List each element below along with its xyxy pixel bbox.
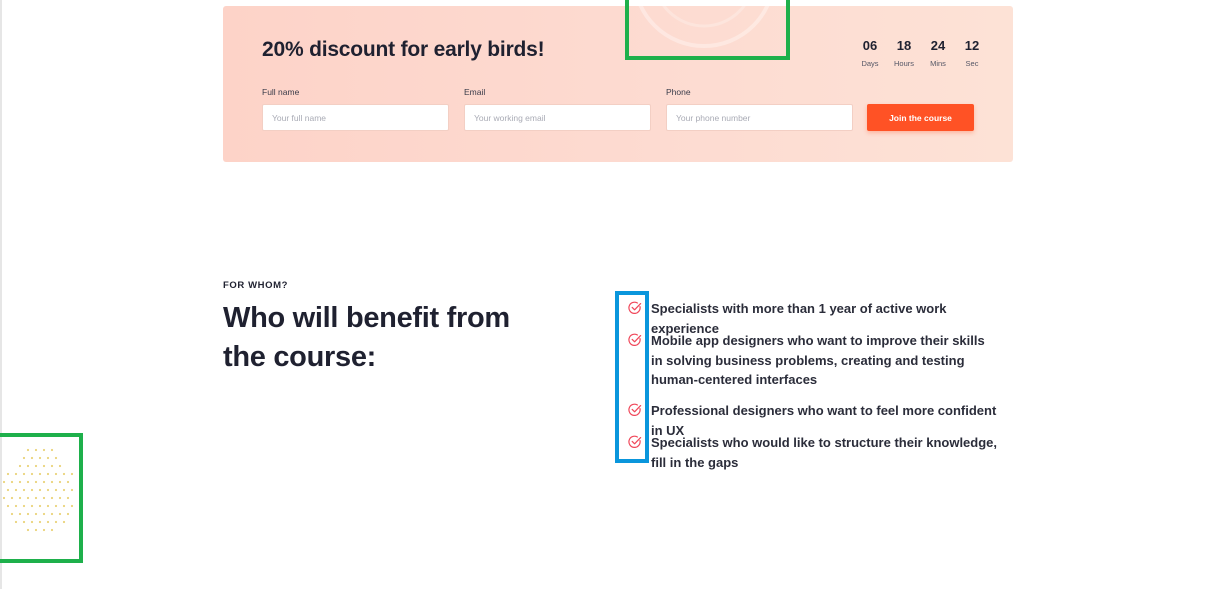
countdown-label: Sec	[965, 59, 979, 68]
phone-field-group: Phone	[666, 87, 853, 131]
countdown-label: Mins	[930, 59, 946, 68]
benefit-text: Mobile app designers who want to improve…	[651, 333, 985, 387]
highlight-box-blue	[615, 291, 649, 463]
countdown-value: 12	[964, 38, 980, 53]
countdown-value: 06	[862, 38, 878, 53]
section-title: Who will benefit from the course:	[223, 302, 510, 373]
phone-input[interactable]	[666, 104, 853, 131]
join-course-button[interactable]: Join the course	[867, 104, 974, 131]
email-label: Email	[464, 87, 486, 97]
full-name-input[interactable]	[262, 104, 449, 131]
benefit-item: Specialists who would like to structure …	[627, 433, 999, 472]
benefit-item: Mobile app designers who want to improve…	[627, 331, 999, 390]
countdown-value: 24	[930, 38, 946, 53]
highlight-box-green	[0, 433, 83, 563]
email-input[interactable]	[464, 104, 651, 131]
highlight-box-green	[625, 0, 790, 60]
section-eyebrow: FOR WHOM?	[223, 280, 289, 291]
countdown-mins: 24 Mins	[921, 38, 955, 68]
benefit-text: Specialists who would like to structure …	[651, 435, 998, 470]
countdown-timer: 06 Days 18 Hours 24 Mins 12 Sec	[853, 38, 989, 68]
countdown-days: 06 Days	[853, 38, 887, 68]
countdown-sec: 12 Sec	[955, 38, 989, 68]
countdown-label: Hours	[893, 59, 914, 68]
phone-label: Phone	[666, 87, 691, 97]
early-bird-card: 20% discount for early birds! 06 Days 18…	[223, 6, 1013, 162]
promo-title: 20% discount for early birds!	[262, 38, 545, 61]
countdown-value: 18	[896, 38, 912, 53]
full-name-label: Full name	[262, 87, 300, 97]
full-name-field-group: Full name	[262, 87, 449, 131]
email-field-group: Email	[464, 87, 651, 131]
countdown-label: Days	[861, 59, 879, 68]
countdown-hours: 18 Hours	[887, 38, 921, 68]
